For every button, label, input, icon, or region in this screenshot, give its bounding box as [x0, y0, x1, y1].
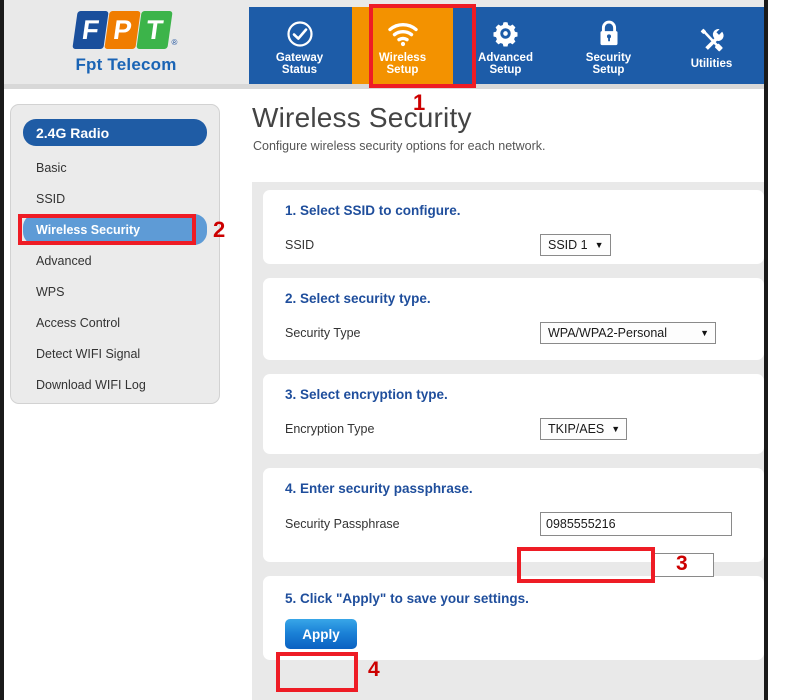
logo-letter-t: T [135, 11, 173, 49]
annotation-box-step3 [517, 547, 655, 583]
nav-label-gateway-status: Gateway Status [276, 52, 323, 77]
panel-apply: 5. Click "Apply" to save your settings. … [263, 576, 764, 660]
main-content: Wireless Security Configure wireless sec… [248, 96, 764, 700]
panel-title-encryption-type: 3. Select encryption type. [285, 387, 448, 402]
panel-title-apply: 5. Click "Apply" to save your settings. [285, 591, 529, 606]
annotation-number-step4: 4 [368, 658, 380, 681]
row-ssid: SSID SSID 1 ▼ [285, 233, 764, 257]
panel-select-security-type: 2. Select security type. Security Type W… [263, 278, 764, 360]
nav-label-utilities: Utilities [691, 58, 733, 71]
security-type-select-value: WPA/WPA2-Personal [548, 326, 668, 340]
page-right-border [764, 0, 768, 700]
nav-line2: Status [281, 64, 318, 76]
nav-label-advanced-setup: Advanced Setup [478, 52, 533, 77]
nav-item-security-setup[interactable]: Security Setup [558, 7, 661, 84]
sidebar-item-basic[interactable]: Basic [11, 152, 219, 183]
fpt-logo-blocks: F P T ® [46, 7, 206, 49]
page-left-border [0, 0, 4, 700]
check-circle-icon [286, 19, 314, 49]
nav-line1: Security [585, 51, 632, 64]
sidebar-item-download-wifi-log[interactable]: Download WIFI Log [11, 369, 219, 400]
nav-line1: Utilities [690, 57, 733, 70]
page-subtitle: Configure wireless security options for … [253, 139, 546, 153]
annotation-number-step1: 1 [413, 90, 426, 115]
encryption-type-select-value: TKIP/AES [548, 422, 605, 436]
nav-line2: Setup [489, 64, 522, 76]
panel-enter-passphrase: 4. Enter security passphrase. Security P… [263, 468, 764, 562]
annotation-box-step1 [369, 4, 476, 88]
nav-label-security-setup: Security Setup [586, 52, 631, 77]
logo-letter-f: F [71, 11, 109, 49]
sidebar-item-detect-wifi-signal[interactable]: Detect WIFI Signal [11, 338, 219, 369]
passphrase-input[interactable] [540, 512, 732, 536]
sidebar-item-wps[interactable]: WPS [11, 276, 219, 307]
sidebar-item-advanced[interactable]: Advanced [11, 245, 219, 276]
chevron-down-icon: ▼ [700, 328, 709, 338]
passphrase-field-wrap [540, 512, 732, 536]
row-security-type: Security Type WPA/WPA2-Personal ▼ [285, 321, 764, 345]
registered-mark-icon: ® [171, 38, 178, 47]
chevron-down-icon: ▼ [611, 424, 621, 434]
nav-line1: Gateway [275, 51, 324, 64]
label-passphrase: Security Passphrase [285, 517, 400, 531]
row-passphrase: Security Passphrase [285, 511, 764, 537]
panel-select-ssid: 1. Select SSID to configure. SSID SSID 1… [263, 190, 764, 264]
nav-line2: Setup [592, 64, 625, 76]
nav-line1: Advanced [478, 51, 533, 64]
label-encryption-type: Encryption Type [285, 422, 375, 436]
main-navigation: Gateway Status Wireless Setup Advanced S… [249, 7, 764, 84]
logo-letter-p: P [103, 11, 141, 49]
nav-item-utilities[interactable]: Utilities [661, 7, 764, 84]
tools-icon [697, 25, 727, 55]
panel-title-ssid: 1. Select SSID to configure. [285, 203, 461, 218]
brand-name: Fpt Telecom [75, 55, 177, 74]
annotation-number-step2: 2 [213, 217, 226, 242]
lock-icon [597, 19, 621, 49]
sidebar-item-ssid[interactable]: SSID [11, 183, 219, 214]
gear-icon [491, 19, 520, 49]
apply-button[interactable]: Apply [285, 619, 357, 649]
security-type-select[interactable]: WPA/WPA2-Personal ▼ [540, 322, 716, 344]
sidebar-item-access-control[interactable]: Access Control [11, 307, 219, 338]
row-encryption-type: Encryption Type TKIP/AES ▼ [285, 417, 764, 441]
fpt-logo: F P T ® Fpt Telecom [46, 7, 206, 82]
panel-select-encryption-type: 3. Select encryption type. Encryption Ty… [263, 374, 764, 454]
router-admin-page: F P T ® Fpt Telecom Gateway Status Wirel… [0, 0, 800, 700]
encryption-type-select[interactable]: TKIP/AES ▼ [540, 418, 628, 440]
ssid-select[interactable]: SSID 1 ▼ [540, 234, 611, 256]
page-title: Wireless Security [252, 102, 472, 133]
annotation-box-step2 [18, 214, 196, 245]
page-right-margin [768, 0, 800, 700]
chevron-down-icon: ▼ [594, 240, 604, 250]
annotation-box-step4 [276, 652, 358, 692]
sidebar: 2.4G Radio Basic SSID Wireless Security … [10, 104, 220, 404]
panel-title-passphrase: 4. Enter security passphrase. [285, 481, 473, 496]
panel-title-security-type: 2. Select security type. [285, 291, 431, 306]
label-security-type: Security Type [285, 326, 361, 340]
ssid-select-value: SSID 1 [548, 238, 588, 252]
label-ssid: SSID [285, 238, 315, 252]
nav-item-gateway-status[interactable]: Gateway Status [249, 7, 352, 84]
annotation-number-step3: 3 [676, 552, 688, 575]
settings-panel-area: 1. Select SSID to configure. SSID SSID 1… [252, 182, 764, 700]
sidebar-header-radio: 2.4G Radio [23, 119, 207, 146]
